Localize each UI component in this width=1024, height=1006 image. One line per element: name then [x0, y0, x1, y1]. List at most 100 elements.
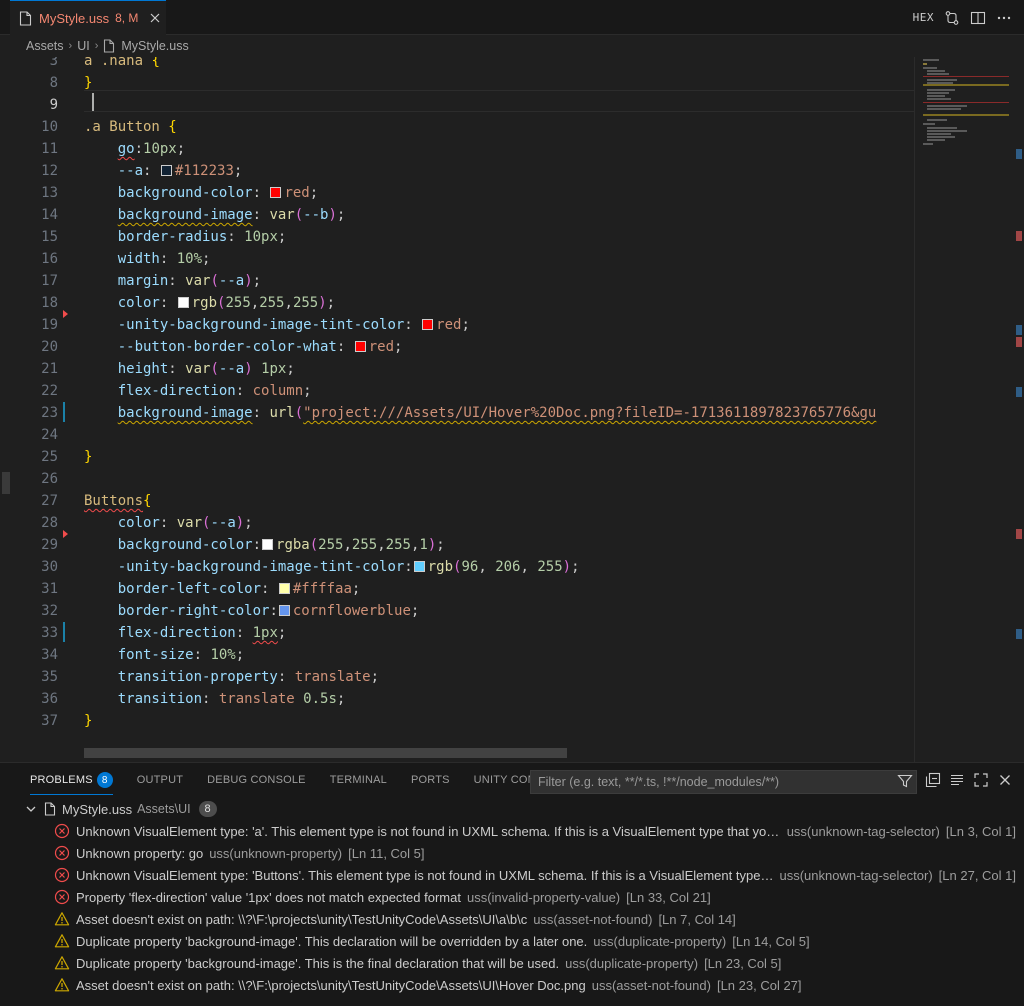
code-line[interactable]: 37}	[0, 710, 912, 732]
tab-terminal[interactable]: TERMINAL	[330, 763, 387, 797]
problem-message: Property 'flex-direction' value '1px' do…	[76, 889, 461, 905]
color-swatch[interactable]	[262, 539, 274, 550]
hex-editor-button[interactable]: HEX	[913, 11, 934, 24]
collapse-all-icon[interactable]	[925, 772, 941, 788]
code-line[interactable]: 26	[0, 468, 912, 490]
tab-ports[interactable]: PORTS	[411, 763, 450, 797]
line-code: width: 10%;	[84, 248, 211, 270]
problem-item[interactable]: Duplicate property 'background-image'. T…	[54, 952, 1016, 974]
tab-problem-badge: 8, M	[115, 11, 139, 25]
chevron-down-icon[interactable]	[24, 802, 38, 816]
problem-item[interactable]: Asset doesn't exist on path: \\?\F:\proj…	[54, 974, 1016, 996]
line-number: 11	[41, 141, 58, 157]
code-line[interactable]: 30 -unity-background-image-tint-color: rg…	[0, 556, 912, 578]
code-token: :	[252, 537, 262, 553]
code-line[interactable]: 18 color: rgb(255,255,255);	[0, 292, 912, 314]
code-line[interactable]: 21 height: var(--a) 1px;	[0, 358, 912, 380]
code-line[interactable]: 27 Buttons{	[0, 490, 912, 512]
code-line[interactable]: 19 -unity-background-image-tint-color: r…	[0, 314, 912, 336]
problem-item[interactable]: Asset doesn't exist on path: \\?\F:\proj…	[54, 908, 1016, 930]
code-token: ;	[410, 603, 420, 619]
code-line[interactable]: 3 a .haha {	[0, 57, 912, 72]
close-icon[interactable]	[147, 10, 163, 26]
close-panel-icon[interactable]	[997, 772, 1013, 788]
color-swatch[interactable]	[413, 561, 425, 572]
code-line[interactable]: 35 transition-property: translate;	[0, 666, 912, 688]
list-view-icon[interactable]	[949, 772, 965, 788]
code-token: :	[269, 603, 278, 619]
tab-problems[interactable]: PROBLEMS 8	[30, 763, 113, 797]
code-line[interactable]: 9	[0, 94, 912, 116]
code-line[interactable]: 28 color: var(--a);	[0, 512, 912, 534]
code-editor[interactable]: 3a .haha {8} 9 10 .a Button {11 go:10px; 12 …	[0, 57, 1024, 762]
color-swatch[interactable]	[278, 605, 290, 616]
open-changes-icon[interactable]	[944, 10, 960, 26]
color-swatch[interactable]	[177, 297, 189, 308]
code-line[interactable]: 11 go:10px;	[0, 138, 912, 160]
warning-icon	[54, 977, 70, 993]
breadcrumb-item[interactable]: MyStyle.uss	[121, 39, 188, 53]
code-line[interactable]: 10 .a Button {	[0, 116, 912, 138]
code-line[interactable]: 23 background-image: url("project:///Ass…	[0, 402, 912, 424]
problems-count-badge: 8	[96, 772, 113, 788]
problem-item[interactable]: Unknown property: go uss(unknown-property…	[54, 842, 1016, 864]
line-code: margin: var(--a);	[84, 270, 261, 292]
tab-debug-console[interactable]: DEBUG CONSOLE	[207, 763, 306, 797]
code-line[interactable]: 32 border-right-color: cornflowerblue;	[0, 600, 912, 622]
code-line[interactable]: 12 --a: #112233;	[0, 160, 912, 182]
problem-item[interactable]: Unknown VisualElement type: 'Buttons'. T…	[54, 864, 1016, 886]
code-line[interactable]: 8}	[0, 72, 912, 94]
code-token: 10px	[143, 141, 177, 157]
problem-message: Asset doesn't exist on path: \\?\F:\proj…	[76, 911, 528, 927]
minimap[interactable]	[914, 57, 1011, 762]
code-line[interactable]: 36 transition: translate 0.5s;	[0, 688, 912, 710]
color-swatch[interactable]	[354, 341, 366, 352]
code-line[interactable]: 31 border-left-color: #ffffaa;	[0, 578, 912, 600]
code-line[interactable]: 34 font-size: 10%;	[0, 644, 912, 666]
code-line[interactable]: 16 width: 10%;	[0, 248, 912, 270]
problems-filter[interactable]	[530, 770, 917, 794]
code-token: background-color	[117, 537, 253, 553]
code-line[interactable]: 24	[0, 424, 912, 446]
horizontal-scrollbar[interactable]	[84, 748, 567, 758]
problems-file-group[interactable]: MyStyle.uss Assets\UI 8	[24, 798, 217, 820]
code-line[interactable]: 29 background-color: rgba(255,255,255,1);	[0, 534, 912, 556]
line-code: }	[84, 446, 92, 468]
problem-item[interactable]: Unknown VisualElement type: 'a'. This el…	[54, 820, 1016, 842]
vertical-scrollbar[interactable]	[1010, 57, 1024, 762]
tab-mystyle-uss[interactable]: MyStyle.uss 8, M	[10, 0, 166, 35]
code-line[interactable]: 17 margin: var(--a);	[0, 270, 912, 292]
code-token: (	[210, 273, 219, 289]
problem-item[interactable]: Property 'flex-direction' value '1px' do…	[54, 886, 1016, 908]
code-token: ;	[252, 273, 262, 289]
filter-input[interactable]	[538, 775, 909, 789]
problem-location: [Ln 11, Col 5]	[348, 845, 425, 861]
color-swatch[interactable]	[422, 319, 434, 330]
code-line[interactable]: 33 flex-direction: 1px;	[0, 622, 912, 644]
code-line[interactable]: 20 --button-border-color-what: red;	[0, 336, 912, 358]
code-token: (	[210, 361, 219, 377]
color-swatch[interactable]	[160, 165, 172, 176]
code-line[interactable]: 22 flex-direction: column;	[0, 380, 912, 402]
problem-location: [Ln 14, Col 5]	[732, 933, 810, 949]
code-line[interactable]: 25}	[0, 446, 912, 468]
code-line[interactable]: 15 border-radius: 10px;	[0, 226, 912, 248]
breadcrumb-item[interactable]: UI	[77, 39, 90, 53]
code-token: rgb	[191, 295, 218, 311]
split-editor-icon[interactable]	[970, 10, 986, 26]
code-line[interactable]: 14 background-image: var(--b);	[0, 204, 912, 226]
more-actions-icon[interactable]	[996, 10, 1012, 26]
tab-output[interactable]: OUTPUT	[137, 763, 183, 797]
gutter-change-marker	[63, 402, 65, 422]
color-swatch[interactable]	[278, 583, 290, 594]
problem-message: Unknown VisualElement type: 'Buttons'. T…	[76, 867, 774, 883]
code-line[interactable]: 13 background-color: red;	[0, 182, 912, 204]
breadcrumb-item[interactable]: Assets	[26, 39, 64, 53]
line-code: }	[84, 72, 92, 94]
color-swatch[interactable]	[270, 187, 282, 198]
line-number: 24	[41, 427, 58, 443]
maximize-panel-icon[interactable]	[973, 772, 989, 788]
filter-icon[interactable]	[897, 773, 913, 789]
problem-item[interactable]: Duplicate property 'background-image'. T…	[54, 930, 1016, 952]
